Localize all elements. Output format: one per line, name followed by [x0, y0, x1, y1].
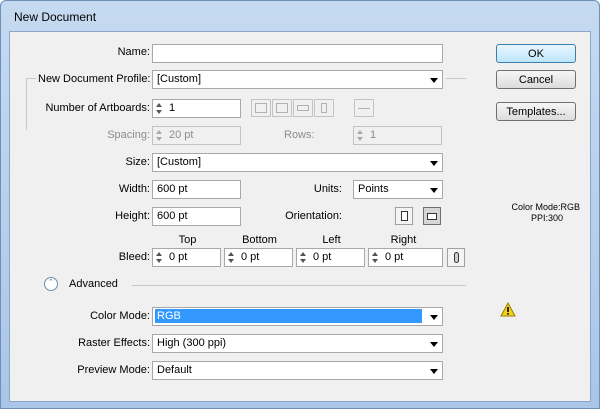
- name-input[interactable]: [152, 44, 443, 63]
- profile-group-border-left: [26, 78, 36, 79]
- cancel-button[interactable]: Cancel: [496, 70, 576, 89]
- arrange-by-column-icon[interactable]: [314, 99, 334, 117]
- bleed-left-stepper[interactable]: [299, 250, 308, 265]
- spacing-value: 20 pt: [169, 129, 194, 141]
- units-select[interactable]: Points: [353, 180, 443, 199]
- raster-effects-select[interactable]: High (300 ppi): [152, 334, 443, 353]
- units-label: Units:: [313, 183, 342, 195]
- color-mode-label: Color Mode:: [90, 310, 150, 322]
- chevron-down-icon: [430, 161, 438, 166]
- artboards-input[interactable]: 1: [152, 99, 241, 118]
- grid-by-row-icon[interactable]: [251, 99, 271, 117]
- collapse-advanced-icon[interactable]: ˆ: [44, 277, 58, 291]
- landscape-icon[interactable]: [423, 207, 441, 225]
- profile-select[interactable]: [Custom]: [152, 70, 443, 89]
- bleed-label: Bleed:: [118, 251, 150, 263]
- bleed-bottom-label: Bottom: [242, 234, 277, 246]
- advanced-separator: [132, 285, 466, 286]
- height-input[interactable]: 600 pt: [152, 207, 241, 226]
- bleed-bottom-value: 0 pt: [241, 251, 260, 263]
- warning-icon: [500, 302, 516, 317]
- profile-label: New Document Profile:: [38, 73, 151, 85]
- link-bleed-icon[interactable]: [447, 248, 465, 267]
- bleed-right-value: 0 pt: [385, 251, 404, 263]
- bleed-top-value: 0 pt: [169, 251, 188, 263]
- width-input[interactable]: 600 pt: [152, 180, 241, 199]
- spacing-stepper[interactable]: [155, 128, 164, 143]
- dialog-body: Name: New Document Profile: [Custom] Num…: [9, 31, 591, 402]
- size-value: [Custom]: [157, 156, 202, 168]
- artboards-value: 1: [169, 102, 176, 114]
- rows-value: 1: [370, 129, 377, 141]
- profile-value: [Custom]: [157, 73, 202, 85]
- orientation-label: Orientation:: [285, 210, 342, 222]
- chevron-down-icon: [430, 78, 438, 83]
- bleed-right-stepper[interactable]: [371, 250, 380, 265]
- chevron-down-icon: [430, 369, 438, 374]
- templates-button[interactable]: Templates...: [496, 102, 576, 121]
- chevron-down-icon: [430, 342, 438, 347]
- raster-effects-value: High (300 ppi): [157, 337, 227, 349]
- chevron-down-icon: [430, 315, 438, 320]
- bleed-top-stepper[interactable]: [155, 250, 164, 265]
- window-title: New Document: [14, 10, 97, 24]
- color-mode-select[interactable]: RGB: [152, 307, 443, 326]
- preview-mode-select[interactable]: Default: [152, 361, 443, 380]
- artboards-stepper[interactable]: [155, 101, 164, 116]
- artboards-label: Number of Artboards:: [45, 102, 150, 114]
- preview-mode-value: Default: [157, 364, 192, 376]
- size-select[interactable]: [Custom]: [152, 153, 443, 172]
- info-ppi: PPI:300: [530, 213, 563, 223]
- height-label: Height:: [115, 210, 150, 222]
- preview-mode-label: Preview Mode:: [77, 364, 150, 376]
- units-value: Points: [358, 183, 389, 195]
- rows-label: Rows:: [284, 129, 315, 141]
- info-color-mode: Color Mode:RGB: [511, 202, 580, 212]
- bleed-top-label: Top: [178, 234, 197, 246]
- title-bar: New Document: [1, 1, 599, 31]
- width-label: Width:: [118, 183, 150, 195]
- spacing-label: Spacing:: [107, 129, 150, 141]
- profile-group-border-side: [26, 78, 27, 130]
- chevron-down-icon: [430, 188, 438, 193]
- new-document-dialog: New Document Name: New Document Profile:…: [0, 0, 600, 409]
- advanced-label: Advanced: [69, 278, 118, 290]
- right-to-left-icon[interactable]: [354, 99, 374, 117]
- grid-by-column-icon[interactable]: [272, 99, 292, 117]
- bleed-right-label: Right: [390, 234, 417, 246]
- rows-input[interactable]: 1: [353, 126, 442, 145]
- profile-group-border-right: [446, 78, 466, 79]
- portrait-icon[interactable]: [395, 207, 413, 225]
- arrange-by-row-icon[interactable]: [293, 99, 313, 117]
- name-label: Name:: [117, 46, 150, 58]
- ok-button[interactable]: OK: [496, 44, 576, 63]
- color-mode-value: RGB: [155, 309, 422, 323]
- bleed-left-value: 0 pt: [313, 251, 332, 263]
- bleed-bottom-stepper[interactable]: [227, 250, 236, 265]
- spacing-input[interactable]: 20 pt: [152, 126, 241, 145]
- size-label: Size:: [125, 156, 150, 168]
- bleed-left-label: Left: [322, 234, 341, 246]
- raster-effects-label: Raster Effects:: [78, 337, 150, 349]
- rows-stepper[interactable]: [356, 128, 365, 143]
